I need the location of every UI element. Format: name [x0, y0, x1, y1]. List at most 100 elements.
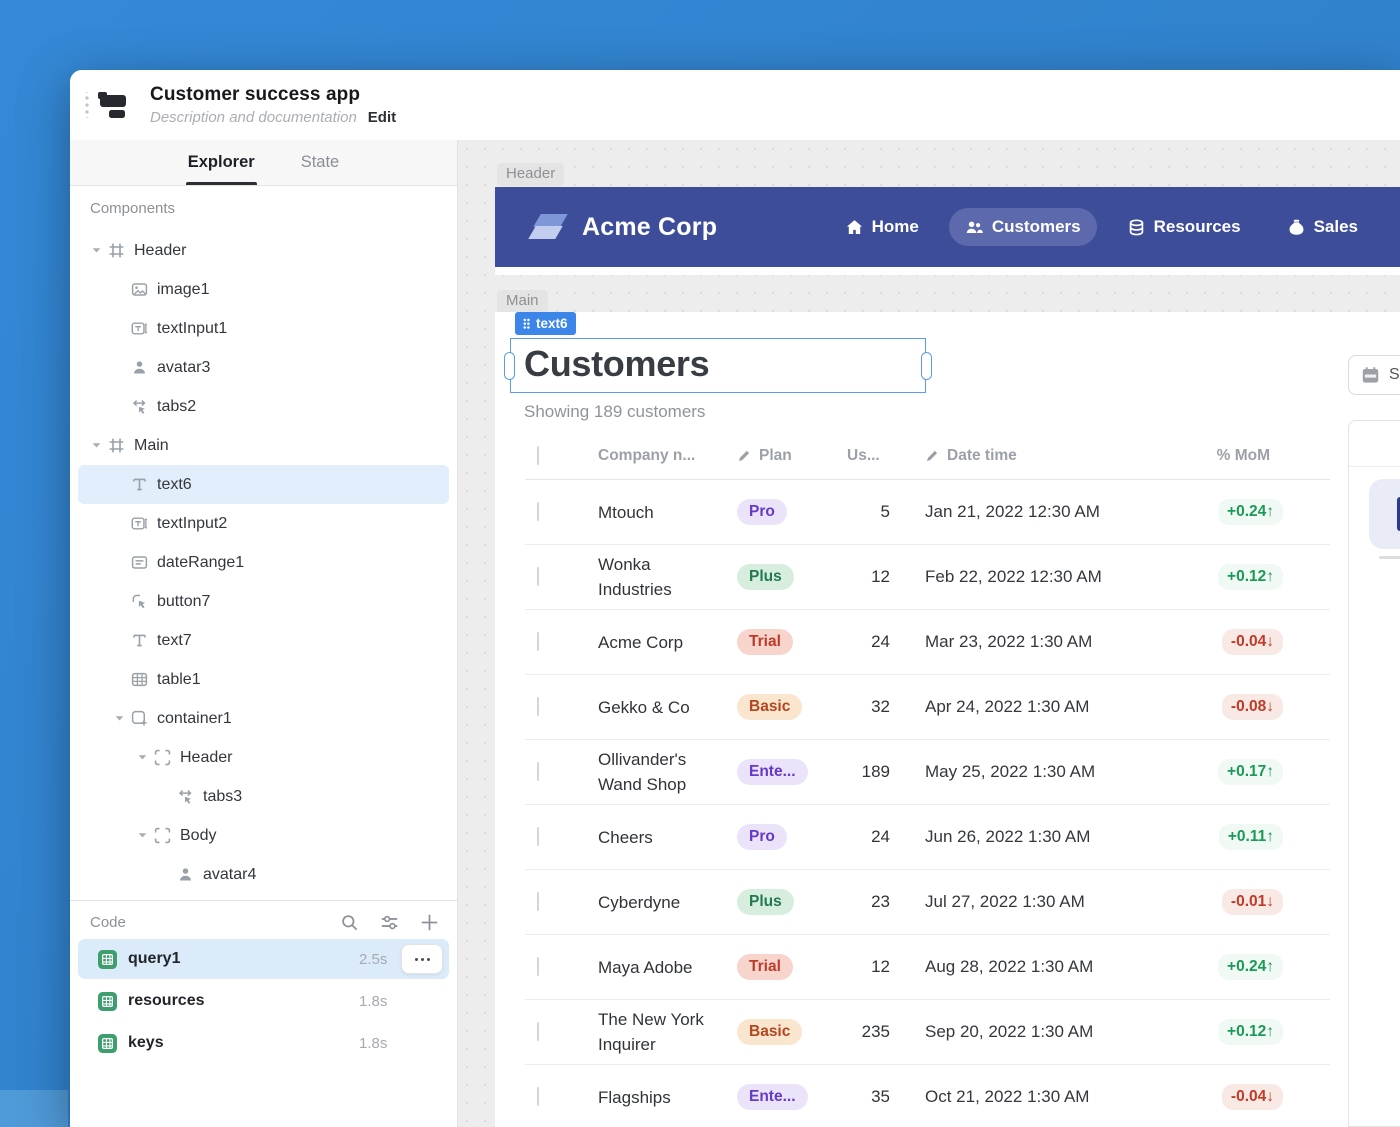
company-name: Flagships — [598, 1085, 671, 1110]
tree-item-avatar4[interactable]: avatar4 — [78, 855, 449, 894]
table-row[interactable]: Wonka Industries Plus 12 Feb 22, 2022 12… — [525, 545, 1330, 610]
code-panel: Code query12.5sresources1.8skeys1.8s — [70, 900, 457, 1127]
selection-box[interactable] — [510, 338, 926, 393]
row-checkbox[interactable] — [537, 502, 539, 521]
row-checkbox[interactable] — [537, 697, 539, 716]
row-checkbox[interactable] — [537, 827, 539, 846]
sidebar-tab-explorer[interactable]: Explorer — [186, 140, 257, 185]
nav-item-resources[interactable]: Resources — [1111, 208, 1257, 246]
tree-item-label: textInput2 — [157, 515, 227, 533]
row-checkbox[interactable] — [537, 632, 539, 651]
tree-item-main[interactable]: Main — [78, 426, 449, 465]
date-time: Jun 26, 2022 1:30 AM — [925, 827, 1175, 847]
chevron-down-icon[interactable] — [84, 440, 108, 451]
date-time: Jan 21, 2022 12:30 AM — [925, 502, 1175, 522]
editor-canvas[interactable]: Header Acme Corp Home Customers Resources S… — [458, 140, 1400, 1127]
tree-item-container1[interactable]: container1 — [78, 699, 449, 738]
resize-handle-right[interactable] — [921, 352, 932, 380]
tree-item-text7[interactable]: text7 — [78, 621, 449, 660]
tree-item-label: avatar4 — [203, 866, 256, 884]
code-item-keys[interactable]: keys1.8s — [78, 1023, 449, 1063]
table-row[interactable]: Cyberdyne Plus 23 Jul 27, 2022 1:30 AM -… — [525, 870, 1330, 935]
sidebar-tab-state[interactable]: State — [299, 140, 342, 185]
code-item-resources[interactable]: resources1.8s — [78, 981, 449, 1021]
tree-item-table1[interactable]: table1 — [78, 660, 449, 699]
query-name: query1 — [128, 950, 359, 968]
tree-item-tabs3[interactable]: tabs3 — [78, 777, 449, 816]
components-section-label: Components — [90, 200, 457, 217]
resize-handle-left[interactable] — [504, 352, 515, 380]
detail-tab-pill[interactable] — [1369, 479, 1400, 549]
app-description: Description and documentation — [150, 109, 357, 126]
row-checkbox[interactable] — [537, 1087, 539, 1106]
add-query-icon[interactable] — [420, 913, 439, 932]
date-range-button[interactable]: S — [1348, 355, 1400, 395]
date-time: Oct 21, 2022 1:30 AM — [925, 1087, 1175, 1107]
detail-container-header — [1349, 421, 1400, 467]
table-row[interactable]: Acme Corp Trial 24 Mar 23, 2022 1:30 AM … — [525, 610, 1330, 675]
company-name: Cheers — [598, 825, 653, 850]
query-name: keys — [128, 1034, 359, 1052]
tree-item-textinput1[interactable]: textInput1 — [78, 309, 449, 348]
tree-item-header[interactable]: Header — [78, 231, 449, 270]
chevron-down-icon[interactable] — [130, 830, 154, 841]
column-header-company[interactable]: Company n... — [598, 447, 737, 465]
tree-item-avatar3[interactable]: avatar3 — [78, 348, 449, 387]
company-name: Acme Corp — [598, 630, 683, 655]
header-section-tag[interactable]: Header — [497, 163, 564, 186]
group-icon — [154, 827, 171, 844]
date-time: Feb 22, 2022 12:30 AM — [925, 567, 1175, 587]
tree-item-textinput2[interactable]: textInput2 — [78, 504, 449, 543]
plan-badge: Ente... — [737, 1084, 808, 1110]
table-row[interactable]: Maya Adobe Trial 12 Aug 28, 2022 1:30 AM… — [525, 935, 1330, 1000]
nav-item-customers[interactable]: Customers — [949, 208, 1097, 246]
plan-badge: Basic — [737, 1019, 802, 1045]
nav-item-sales[interactable]: Sales — [1271, 208, 1374, 246]
mom-value: +0.11↑ — [1219, 824, 1283, 850]
chevron-down-icon[interactable] — [107, 713, 131, 724]
row-checkbox[interactable] — [537, 892, 539, 911]
row-checkbox[interactable] — [537, 762, 539, 781]
nav-item-home[interactable]: Home — [829, 208, 935, 246]
plan-badge: Trial — [737, 954, 793, 980]
tree-item-label: text7 — [157, 632, 192, 650]
row-checkbox[interactable] — [537, 567, 539, 586]
edit-description-button[interactable]: Edit — [368, 109, 396, 126]
chevron-down-icon[interactable] — [84, 245, 108, 256]
tree-item-text6[interactable]: text6 — [78, 465, 449, 504]
table-row[interactable]: Ollivander's Wand Shop Ente... 189 May 2… — [525, 740, 1330, 805]
tree-item-label: textInput1 — [157, 320, 227, 338]
row-checkbox[interactable] — [537, 1022, 539, 1041]
avatar-icon — [177, 866, 194, 883]
chevron-down-icon[interactable] — [130, 752, 154, 763]
select-all-checkbox[interactable] — [537, 446, 539, 465]
drag-handle-icon[interactable] — [84, 92, 90, 118]
column-header-mom[interactable]: % MoM — [1175, 447, 1330, 465]
search-icon[interactable] — [340, 913, 359, 932]
tree-item-daterange1[interactable]: dateRange1 — [78, 543, 449, 582]
main-section-tag[interactable]: Main — [497, 290, 548, 313]
table-row[interactable]: Gekko & Co Basic 32 Apr 24, 2022 1:30 AM… — [525, 675, 1330, 740]
column-header-users[interactable]: Us... — [837, 447, 890, 465]
selected-component-tag[interactable]: text6 — [515, 312, 576, 335]
tree-item-header[interactable]: Header — [78, 738, 449, 777]
date-range-label: S — [1389, 366, 1400, 384]
column-header-datetime[interactable]: Date time — [925, 447, 1175, 465]
more-options-button[interactable] — [401, 944, 443, 974]
tree-item-image1[interactable]: image1 — [78, 270, 449, 309]
brand: Acme Corp — [531, 212, 717, 242]
tree-item-tabs2[interactable]: tabs2 — [78, 387, 449, 426]
table-row[interactable]: Flagships Ente... 35 Oct 21, 2022 1:30 A… — [525, 1065, 1330, 1127]
tree-item-button7[interactable]: button7 — [78, 582, 449, 621]
table-row[interactable]: The New York Inquirer Basic 235 Sep 20, … — [525, 1000, 1330, 1065]
detail-container — [1348, 420, 1400, 1127]
table-row[interactable]: Cheers Pro 24 Jun 26, 2022 1:30 AM +0.11… — [525, 805, 1330, 870]
row-checkbox[interactable] — [537, 957, 539, 976]
tree-item-body[interactable]: Body — [78, 816, 449, 855]
column-header-plan[interactable]: Plan — [737, 447, 837, 465]
plan-badge: Trial — [737, 629, 793, 655]
table-row[interactable]: Mtouch Pro 5 Jan 21, 2022 12:30 AM +0.24… — [525, 480, 1330, 545]
text-input-icon — [131, 515, 148, 532]
code-item-query1[interactable]: query12.5s — [78, 939, 449, 979]
filter-sliders-icon[interactable] — [380, 913, 399, 932]
